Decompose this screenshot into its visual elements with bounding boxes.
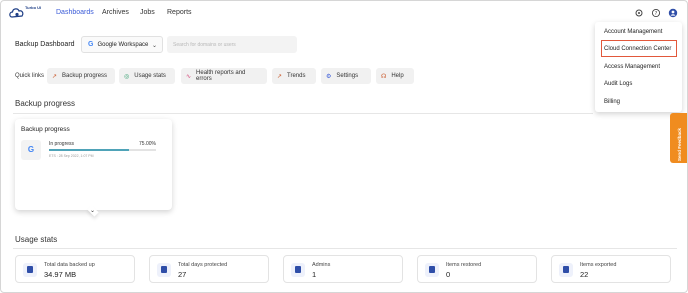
menu-item-account-management[interactable]: Account Management bbox=[604, 29, 662, 35]
trend-icon: ↗ bbox=[52, 73, 58, 80]
stat-label: Total data backed up bbox=[44, 262, 95, 268]
nav-dashboards[interactable]: Dashboards bbox=[56, 9, 94, 16]
quick-link-label: Backup progress bbox=[62, 73, 108, 79]
nav-archives[interactable]: Archives bbox=[102, 9, 129, 16]
stat-card-data-backed-up: Total data backed up 34.97 MB bbox=[15, 255, 135, 283]
calendar-icon bbox=[157, 263, 171, 277]
account-dropdown-menu: Account Management Cloud Connection Cent… bbox=[595, 22, 682, 112]
menu-item-cloud-connection-center[interactable]: Cloud Connection Center bbox=[604, 46, 671, 52]
stat-value: 1 bbox=[312, 270, 317, 279]
stat-value: 27 bbox=[178, 270, 187, 279]
progress-eta: ETS : 28 Sep 2022, 1:07 PM bbox=[49, 154, 94, 158]
chevron-down-icon: ⌄ bbox=[151, 43, 157, 49]
quick-link-settings[interactable]: ⚙ Settings bbox=[321, 68, 371, 84]
stat-card-days-protected: Total days protected 27 bbox=[149, 255, 269, 283]
stat-card-items-exported: Items exported 22 bbox=[551, 255, 671, 283]
page-title: Backup Dashboard bbox=[15, 41, 75, 48]
stat-label: Total days protected bbox=[178, 262, 228, 268]
send-feedback-label: Send Feedback bbox=[677, 127, 682, 161]
menu-item-billing[interactable]: Billing bbox=[604, 99, 620, 105]
headset-icon: ☊ bbox=[381, 73, 387, 80]
stat-value: 34.97 MB bbox=[44, 270, 77, 279]
google-icon: G bbox=[88, 41, 94, 48]
nav-jobs[interactable]: Jobs bbox=[140, 9, 155, 16]
user-icon[interactable] bbox=[668, 8, 678, 18]
export-icon bbox=[559, 263, 573, 277]
quick-link-label: Usage stats bbox=[134, 73, 166, 79]
quick-link-help[interactable]: ☊ Help bbox=[376, 68, 414, 84]
admin-user-icon bbox=[291, 263, 305, 277]
backup-progress-card: Backup progress G In progress 75.00% ETS… bbox=[15, 119, 172, 210]
menu-item-access-management[interactable]: Access Management bbox=[604, 64, 660, 70]
logo-text: Turbo UI bbox=[25, 5, 42, 10]
workspace-select-value: Google Workspace bbox=[97, 41, 149, 48]
svg-text:?: ? bbox=[655, 11, 658, 17]
chevron-down-icon[interactable]: ⌄ bbox=[90, 207, 95, 214]
progress-bar-fill bbox=[49, 149, 130, 151]
progress-status: In progress bbox=[49, 141, 75, 147]
progress-bar bbox=[49, 149, 156, 151]
stat-card-items-restored: Items restored 0 bbox=[417, 255, 537, 283]
gear-icon[interactable] bbox=[634, 8, 644, 18]
stat-value: 22 bbox=[580, 270, 589, 279]
progress-percent: 75.00% bbox=[139, 141, 156, 147]
database-icon bbox=[23, 263, 37, 277]
restore-icon bbox=[425, 263, 439, 277]
nav-reports[interactable]: Reports bbox=[167, 9, 192, 16]
quick-link-label: Trends bbox=[287, 73, 306, 79]
stat-label: Admins bbox=[312, 262, 331, 268]
quick-links-label: Quick links bbox=[15, 73, 45, 79]
quick-link-usage-stats[interactable]: ◎ Usage stats bbox=[119, 68, 175, 84]
quick-link-label: Help bbox=[391, 73, 404, 79]
usage-stats-heading: Usage stats bbox=[15, 235, 58, 244]
quick-link-health-reports[interactable]: ∿ Health reports and errors bbox=[181, 68, 267, 84]
gear-icon: ⚙ bbox=[326, 73, 332, 80]
quick-link-label: Health reports and errors bbox=[196, 70, 246, 82]
google-icon: G bbox=[21, 140, 41, 160]
stat-card-admins: Admins 1 bbox=[283, 255, 403, 283]
trend-icon: ↗ bbox=[277, 73, 283, 80]
app-window: Turbo UI Dashboards Archives Jobs Report… bbox=[0, 0, 688, 293]
quick-link-backup-progress[interactable]: ↗ Backup progress bbox=[47, 68, 115, 84]
quick-link-label: Settings bbox=[336, 73, 359, 79]
stat-label: Items exported bbox=[580, 262, 617, 268]
section-divider bbox=[13, 113, 593, 114]
usage-icon: ◎ bbox=[124, 73, 130, 80]
stat-label: Items restored bbox=[446, 262, 482, 268]
search-input[interactable]: Search for domains or users bbox=[167, 36, 297, 53]
card-title: Backup progress bbox=[21, 126, 70, 133]
section-divider bbox=[13, 248, 677, 249]
stat-value: 0 bbox=[446, 270, 451, 279]
quick-link-trends[interactable]: ↗ Trends bbox=[272, 68, 316, 84]
backup-progress-heading: Backup progress bbox=[15, 99, 76, 108]
help-icon[interactable]: ? bbox=[651, 8, 661, 18]
workspace-select[interactable]: G Google Workspace ⌄ bbox=[81, 36, 163, 53]
top-navigation: Turbo UI Dashboards Archives Jobs Report… bbox=[1, 1, 687, 25]
menu-item-audit-logs[interactable]: Audit Logs bbox=[604, 81, 632, 87]
pulse-icon: ∿ bbox=[186, 73, 192, 80]
send-feedback-tab[interactable]: Send Feedback bbox=[670, 113, 687, 163]
